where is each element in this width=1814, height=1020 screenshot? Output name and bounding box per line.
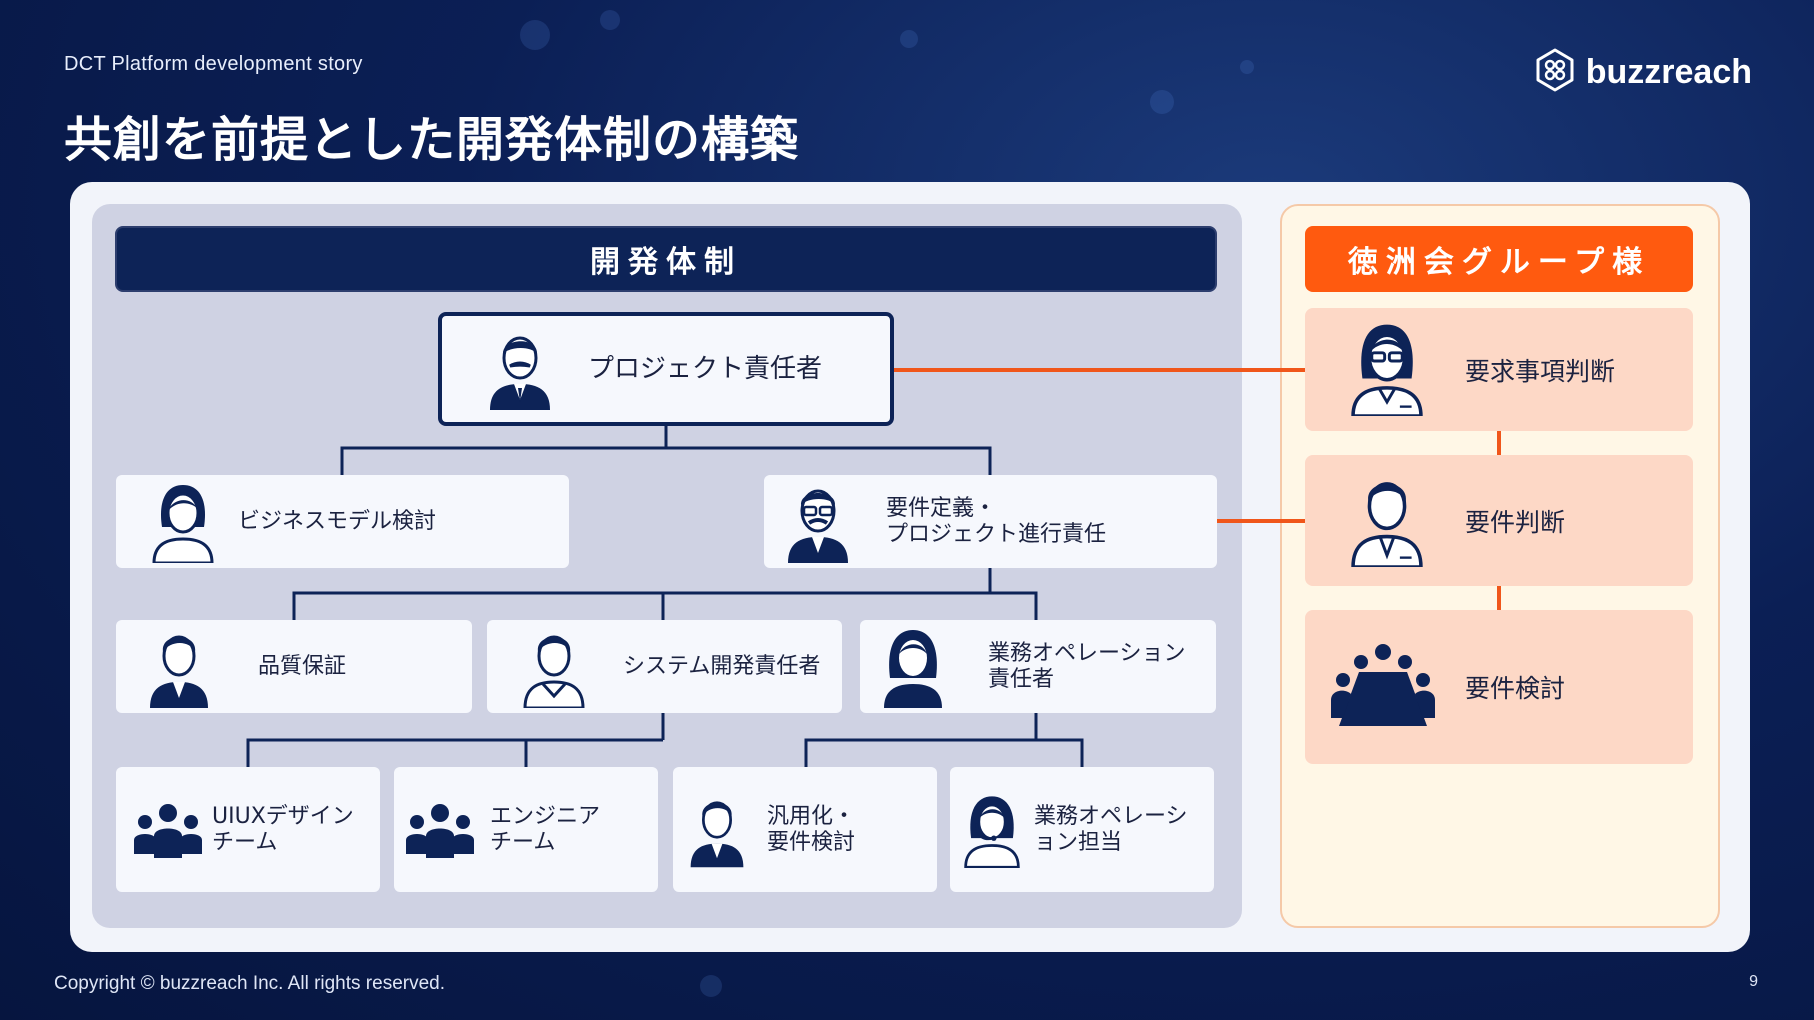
org-box-operations-lead: 業務オペレーション 責任者 [860,620,1216,713]
org-box-label: UIUXデザイン チーム [212,803,354,855]
woman-icon [150,481,216,563]
org-box-operations-staff: 業務オペレーシ ョン担当 [950,767,1214,892]
client-box-requirements-decision: 要求事項判断 [1305,308,1693,431]
woman-short-icon [880,626,946,708]
org-box-quality-assurance: 品質保証 [116,620,472,713]
org-box-label: 品質保証 [258,653,347,679]
project-lead-box: プロジェクト責任者 [438,312,894,426]
team-icon [134,802,202,858]
operator-headset-icon [962,792,1022,868]
client-box-label: 要件判断 [1465,507,1566,537]
copyright: Copyright © buzzreach Inc. All rights re… [54,973,446,994]
org-box-label: エンジニア チーム [490,803,601,855]
org-box-label: 汎用化・ 要件検討 [767,803,856,855]
woman-glasses-icon [1347,320,1427,420]
client-box-requirements-review: 要件検討 [1305,610,1693,764]
org-box-label: 業務オペレーション 責任者 [988,640,1186,692]
org-box-label: ビジネスモデル検討 [238,508,437,534]
org-box-label: 要件定義・ プロジェクト進行責任 [886,495,1107,547]
man-icon [687,792,747,868]
org-box-requirements-lead: 要件定義・ プロジェクト進行責任 [764,475,1217,568]
man-glasses-icon [784,481,852,563]
client-box-requirements-judgment: 要件判断 [1305,455,1693,586]
man-mustache-icon [486,328,554,410]
team-icon [406,802,474,858]
project-lead-label: プロジェクト責任者 [588,354,823,384]
client-box-label: 要求事項判断 [1465,356,1616,386]
org-box-label: システム開発責任者 [623,653,821,679]
org-box-system-dev-lead: システム開発責任者 [487,620,842,713]
man-suit-icon [146,626,212,708]
meeting-table-icon [1331,642,1435,732]
man-icon [1347,471,1427,571]
man-casual-icon [521,626,587,708]
org-box-generalization: 汎用化・ 要件検討 [673,767,937,892]
org-box-engineer-team: エンジニア チーム [394,767,658,892]
org-box-uiux-team: UIUXデザイン チーム [116,767,380,892]
client-box-label: 要件検討 [1465,674,1566,703]
org-box-label: 業務オペレーシ ョン担当 [1034,803,1188,855]
org-box-business-model: ビジネスモデル検討 [116,475,569,568]
page-number: 9 [1749,973,1758,990]
